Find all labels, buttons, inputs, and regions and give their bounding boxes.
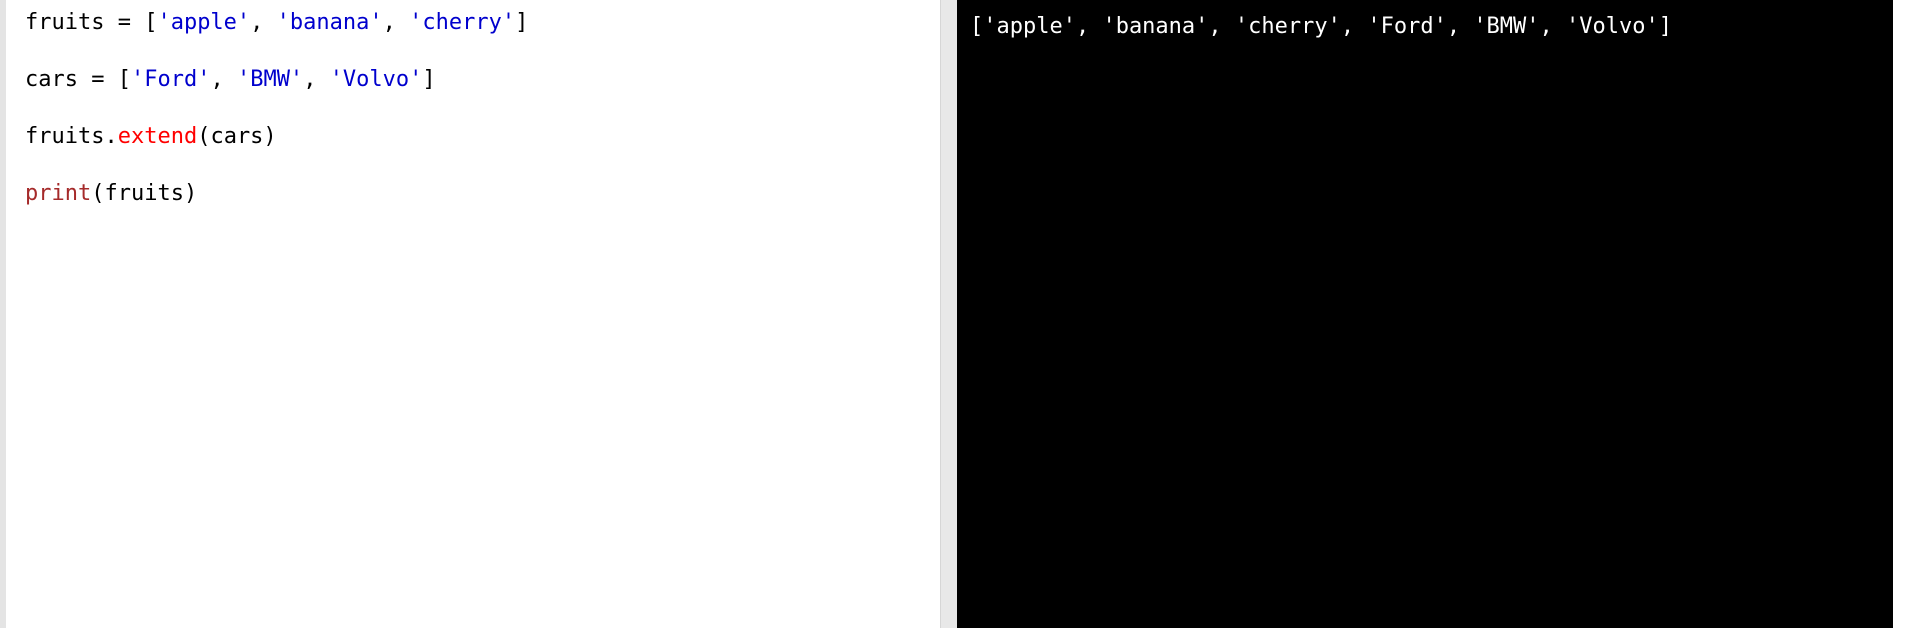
code-token-builtin: print [25, 181, 92, 206]
code-token-string: 'cherry' [409, 10, 516, 35]
code-token-string: 'banana' [276, 10, 383, 35]
code-token-text: cars = [ [25, 67, 131, 92]
code-token-text: , [250, 10, 277, 35]
code-token-string: 'Volvo' [329, 67, 423, 92]
code-line[interactable]: fruits.extend(cars) [25, 123, 528, 151]
code-token-text: ] [515, 10, 529, 35]
code-token-text: (fruits) [91, 181, 198, 206]
code-token-text: , [303, 67, 330, 92]
code-content[interactable]: fruits = ['apple', 'banana', 'cherry'] ca… [25, 9, 528, 237]
code-token-text: (cars) [197, 124, 277, 149]
code-token-method: extend [117, 124, 198, 149]
pane-splitter[interactable] [940, 0, 957, 628]
code-token-text: , [382, 10, 410, 35]
code-line[interactable]: cars = ['Ford', 'BMW', 'Volvo'] [25, 66, 528, 94]
right-margin [1893, 0, 1908, 628]
code-token-string: 'apple' [157, 10, 251, 35]
code-token-text: fruits. [25, 124, 118, 149]
output-panel [957, 0, 1893, 628]
code-editor[interactable]: fruits = ['apple', 'banana', 'cherry'] ca… [0, 0, 940, 628]
code-token-string: 'BMW' [236, 67, 304, 92]
code-token-text: ] [422, 67, 436, 92]
code-token-text: fruits = [ [25, 10, 158, 35]
code-line[interactable]: print(fruits) [25, 180, 528, 208]
output-text: ['apple', 'banana', 'cherry', 'Ford', 'B… [970, 14, 1672, 39]
code-line[interactable]: fruits = ['apple', 'banana', 'cherry'] [25, 9, 528, 37]
tryit-window: fruits = ['apple', 'banana', 'cherry'] ca… [0, 0, 1908, 628]
code-token-string: 'Ford' [130, 67, 211, 92]
code-token-text: , [210, 67, 237, 92]
